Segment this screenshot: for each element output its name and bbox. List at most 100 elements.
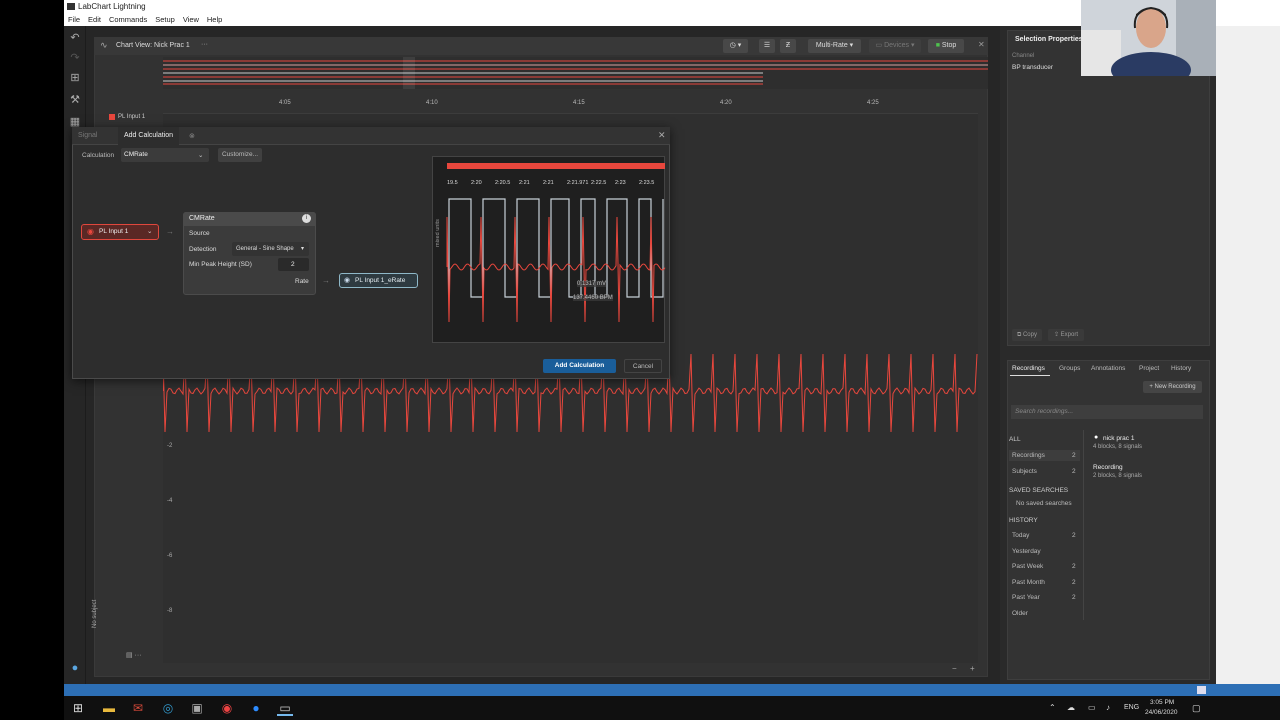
min-peak-label: Min Peak Height (SD) xyxy=(189,261,252,268)
chart-view-title: Chart View: Nick Prac 1 xyxy=(116,42,190,49)
detection-select[interactable]: General - Sine Shape ▾ xyxy=(232,242,309,256)
preview-readout-bpm: 137.4460 BPM xyxy=(573,295,613,301)
preview-time-tick: 2:21.971 xyxy=(567,180,589,186)
close-icon[interactable]: ✕ xyxy=(978,40,985,49)
history-item-label[interactable]: Past Year xyxy=(1012,594,1040,601)
redo-icon[interactable]: ↷ xyxy=(69,52,81,64)
tab-signal[interactable]: Signal xyxy=(72,127,103,145)
notification-icon[interactable] xyxy=(1197,686,1206,694)
export-button[interactable]: ⇪ Export xyxy=(1048,329,1084,341)
info-icon[interactable]: i xyxy=(302,214,311,223)
app-icon[interactable]: ▣ xyxy=(189,700,205,716)
stop-indicator-icon: ■ xyxy=(935,42,940,49)
dialog-close-icon[interactable]: ✕ xyxy=(658,130,666,141)
volume-icon[interactable]: ♪ xyxy=(1106,703,1110,712)
network-icon[interactable]: ▭ xyxy=(1088,703,1096,712)
more-options-button[interactable]: ··· xyxy=(201,41,208,48)
preview-time-tick: 2:20.5 xyxy=(495,180,511,186)
customize-button[interactable]: Customize... xyxy=(218,148,262,162)
search-recordings-input[interactable]: Search recordings... xyxy=(1011,405,1203,419)
file-explorer-icon[interactable]: ▬ xyxy=(101,700,117,716)
tab-groups[interactable]: Groups xyxy=(1059,365,1080,372)
multi-rate-label: Multi-Rate xyxy=(815,42,848,49)
tab-project[interactable]: Project xyxy=(1139,365,1159,372)
webcam-overlay xyxy=(1081,0,1216,76)
devices-dropdown[interactable]: ▭ Devices ▾ xyxy=(869,39,921,53)
preview-ecg-trace xyxy=(446,216,666,323)
tab-close-icon[interactable]: ⊗ xyxy=(189,132,195,140)
labchart-taskbar-icon[interactable]: ▭ xyxy=(277,700,293,716)
devices-label: Devices xyxy=(884,42,909,49)
timer-icon: ◷ ▾ xyxy=(729,42,742,49)
zoom-in-icon[interactable]: + xyxy=(970,664,975,673)
left-border xyxy=(0,0,64,720)
source-channel-label: PL Input 1 xyxy=(99,228,129,235)
history-item-label[interactable]: Yesterday xyxy=(1012,548,1041,555)
source-channel-select[interactable]: ◉ PL Input 1 ⌄ xyxy=(81,224,159,240)
menu-view[interactable]: View xyxy=(183,13,199,26)
cmrate-card-header: CMRate i xyxy=(183,212,316,226)
channel-label[interactable]: PL Input 1 xyxy=(118,114,145,120)
chevron-up-icon[interactable]: ⌃ xyxy=(1049,703,1056,712)
zoom-out-icon[interactable]: − xyxy=(952,664,957,673)
windows-start-icon[interactable]: ⊞ xyxy=(70,700,86,716)
min-peak-input[interactable]: 2 xyxy=(278,258,309,271)
cancel-button[interactable]: Cancel xyxy=(624,359,662,373)
calculation-value: CMRate xyxy=(124,151,148,158)
menu-edit[interactable]: Edit xyxy=(88,13,101,26)
clock-date[interactable]: 24/06/2020 xyxy=(1145,709,1178,716)
tab-history[interactable]: History xyxy=(1171,365,1191,372)
recording-meta: 2 blocks, 8 signals xyxy=(1093,473,1143,479)
undo-icon[interactable]: ↶ xyxy=(69,32,81,44)
menu-help[interactable]: Help xyxy=(207,13,222,26)
tab-recordings[interactable]: Recordings xyxy=(1012,365,1045,372)
action-center-icon[interactable]: ▢ xyxy=(1192,703,1201,714)
history-item-label[interactable]: Past Month xyxy=(1012,579,1045,586)
y-tick: -4 xyxy=(167,498,173,504)
bullet-icon: ● xyxy=(1094,434,1099,441)
cloud-icon[interactable]: ☁ xyxy=(1067,703,1075,712)
preview-readout-mv: 0.1317 mV xyxy=(577,281,607,287)
tab-add-calculation[interactable]: Add Calculation xyxy=(118,127,180,145)
history-item-label[interactable]: Today xyxy=(1012,532,1029,539)
no-saved-searches: No saved searches xyxy=(1016,500,1072,507)
zoom-icon[interactable]: ⊞ xyxy=(69,72,81,84)
time-axis: 4:05 4:10 4:15 4:20 4:25 xyxy=(163,96,978,110)
multi-rate-dropdown[interactable]: Multi-Rate ▾ xyxy=(808,39,861,53)
timer-dropdown[interactable]: ◷ ▾ xyxy=(723,39,748,53)
language-indicator[interactable]: ENG xyxy=(1124,704,1139,711)
output-channel-button[interactable]: ◉ PL Input 1_eRate xyxy=(339,273,418,288)
copy-button[interactable]: ⧉ Copy xyxy=(1012,329,1042,341)
subjects-filter-label[interactable]: Subjects xyxy=(1012,468,1037,475)
zoom-z-icon: Ƶ xyxy=(785,42,791,49)
app-icon[interactable]: ◎ xyxy=(160,700,176,716)
tools-icon[interactable]: ⚒ xyxy=(69,94,81,106)
new-recording-button[interactable]: + New Recording xyxy=(1143,381,1202,393)
print-icon[interactable]: ▤ ··· xyxy=(126,651,142,659)
stop-button[interactable]: ■ Stop xyxy=(928,39,964,53)
panel-divider xyxy=(1083,430,1084,620)
menu-file[interactable]: File xyxy=(68,13,80,26)
list-view-button[interactable]: ☰ xyxy=(759,39,775,53)
eye-icon: ◉ xyxy=(344,277,351,284)
calculation-select[interactable]: CMRate ⌄ xyxy=(121,148,209,162)
y-tick: -2 xyxy=(167,443,173,449)
recording-name[interactable]: nick prac 1 xyxy=(1103,435,1134,442)
list-icon: ☰ xyxy=(763,42,771,49)
zoom-button[interactable]: Ƶ xyxy=(780,39,796,53)
history-item-label[interactable]: Older xyxy=(1012,610,1028,617)
menu-commands[interactable]: Commands xyxy=(109,13,147,26)
history-item-label[interactable]: Past Week xyxy=(1012,563,1043,570)
add-calculation-button[interactable]: Add Calculation xyxy=(543,359,616,373)
user-icon[interactable]: ● xyxy=(69,662,81,674)
menu-setup[interactable]: Setup xyxy=(155,13,175,26)
clock-time[interactable]: 3:05 PM xyxy=(1150,699,1174,706)
card-title: CMRate xyxy=(189,215,215,222)
right-border xyxy=(1216,0,1280,684)
recording-name[interactable]: Recording xyxy=(1093,464,1123,471)
tab-annotations[interactable]: Annotations xyxy=(1091,365,1125,372)
chrome-icon[interactable]: ◉ xyxy=(219,700,235,716)
zoom-app-icon[interactable]: ● xyxy=(248,700,264,716)
mail-icon[interactable]: ✉ xyxy=(130,700,146,716)
overview-strip[interactable] xyxy=(163,57,988,89)
